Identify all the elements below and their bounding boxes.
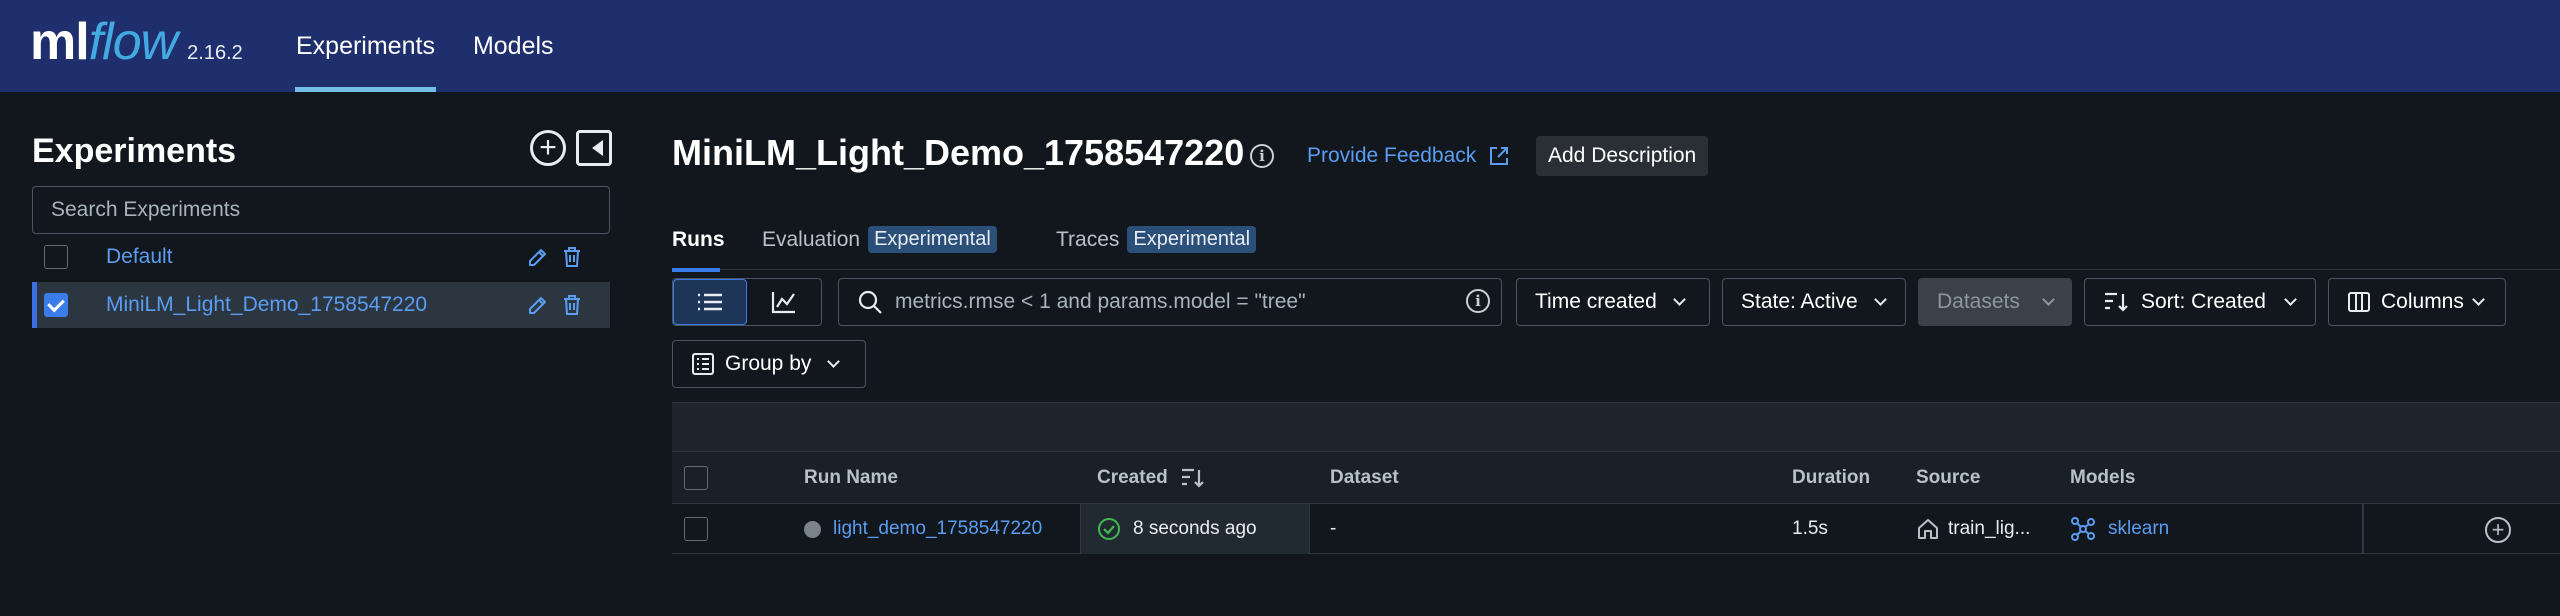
sort-desc-icon bbox=[1181, 468, 1204, 488]
model-icon bbox=[2071, 517, 2095, 541]
duration-cell: 1.5s bbox=[1792, 518, 1828, 539]
tab-evaluation[interactable]: Evaluation Experimental bbox=[762, 226, 997, 270]
experiment-list-item[interactable]: Default bbox=[32, 234, 610, 280]
chevron-down-icon bbox=[2042, 293, 2055, 306]
experimental-badge: Experimental bbox=[1127, 226, 1257, 253]
column-header-created-label: Created bbox=[1097, 467, 1168, 488]
chart-view-button[interactable] bbox=[747, 279, 821, 325]
run-name-link[interactable]: light_demo_1758547220 bbox=[833, 518, 1042, 540]
collapse-sidebar-icon[interactable] bbox=[576, 130, 612, 166]
pencil-icon[interactable] bbox=[526, 245, 550, 269]
tab-runs-label: Runs bbox=[672, 228, 725, 251]
pencil-icon[interactable] bbox=[526, 293, 550, 317]
search-info-icon[interactable]: i bbox=[1466, 289, 1490, 313]
top-nav: Experiments Models bbox=[295, 0, 591, 92]
version-label: 2.16.2 bbox=[187, 42, 243, 64]
experiment-checkbox[interactable] bbox=[44, 293, 68, 317]
list-view-button[interactable] bbox=[673, 279, 748, 325]
experimental-badge: Experimental bbox=[868, 226, 997, 253]
chart-icon bbox=[771, 292, 796, 314]
top-navigation-bar: ml flow 2.16.2 Experiments Models bbox=[0, 0, 2560, 92]
datasets-label: Datasets bbox=[1937, 290, 2020, 313]
chevron-down-icon bbox=[2472, 293, 2485, 306]
columns-icon bbox=[2348, 292, 2370, 312]
run-color-dot[interactable] bbox=[804, 520, 821, 538]
add-description-button[interactable]: Add Description bbox=[1536, 136, 1709, 176]
column-header-run-name[interactable]: Run Name bbox=[804, 452, 898, 504]
view-mode-toggle bbox=[672, 278, 822, 326]
table-row[interactable]: light_demo_1758547220 8 seconds ago - 1.… bbox=[672, 504, 2560, 554]
run-name-cell: light_demo_1758547220 bbox=[804, 504, 1042, 554]
experiment-name[interactable]: MiniLM_Light_Demo_1758547220 bbox=[106, 293, 427, 317]
select-all-checkbox[interactable] bbox=[684, 466, 708, 490]
chevron-down-icon bbox=[1873, 293, 1887, 306]
mlflow-logo[interactable]: ml flow 2.16.2 bbox=[30, 12, 243, 72]
sort-icon bbox=[2105, 292, 2128, 312]
column-header-dataset[interactable]: Dataset bbox=[1330, 452, 1399, 504]
trash-icon[interactable] bbox=[562, 246, 582, 268]
chevron-down-icon bbox=[1672, 293, 1686, 306]
info-icon[interactable]: i bbox=[1250, 144, 1274, 168]
created-cell: 8 seconds ago bbox=[1080, 504, 1310, 554]
state-filter-dropdown[interactable]: State: Active bbox=[1722, 278, 1906, 326]
nav-models[interactable]: Models bbox=[472, 0, 555, 92]
experiment-tabs: Runs Evaluation Experimental Traces Expe… bbox=[672, 226, 2560, 272]
column-header-models[interactable]: Models bbox=[2070, 452, 2135, 504]
tab-evaluation-label: Evaluation bbox=[762, 228, 861, 251]
row-checkbox[interactable] bbox=[684, 517, 708, 541]
sidebar-title: Experiments bbox=[32, 132, 237, 170]
home-icon bbox=[1918, 519, 1938, 539]
table-group-header bbox=[672, 402, 2560, 452]
source-cell[interactable]: train_lig... bbox=[1916, 504, 2030, 554]
columns-dropdown[interactable]: Columns bbox=[2328, 278, 2506, 326]
column-divider bbox=[2362, 504, 2364, 554]
group-by-dropdown[interactable]: Group by bbox=[672, 340, 866, 388]
provide-feedback-link[interactable]: Provide Feedback bbox=[1307, 144, 1510, 168]
time-created-dropdown[interactable]: Time created bbox=[1516, 278, 1710, 326]
column-header-duration[interactable]: Duration bbox=[1792, 452, 1870, 504]
column-header-created[interactable]: Created bbox=[1097, 452, 1204, 504]
source-value: train_lig... bbox=[1948, 518, 2031, 539]
time-created-label: Time created bbox=[1535, 290, 1657, 313]
table-header-row: Run Name Created Dataset Duration Source… bbox=[672, 452, 2560, 504]
columns-label: Columns bbox=[2381, 290, 2464, 313]
tab-runs[interactable]: Runs bbox=[672, 228, 725, 272]
logo-flow-text: flow bbox=[88, 13, 178, 71]
models-cell[interactable]: sklearn bbox=[2070, 504, 2169, 554]
experiment-list-item-selected[interactable]: MiniLM_Light_Demo_1758547220 bbox=[32, 282, 610, 328]
feedback-label: Provide Feedback bbox=[1307, 144, 1477, 167]
state-label: State: Active bbox=[1741, 290, 1858, 313]
logo-ml-text: ml bbox=[30, 13, 90, 71]
chevron-down-icon bbox=[827, 355, 841, 368]
datasets-dropdown[interactable]: Datasets bbox=[1918, 278, 2072, 326]
sort-label: Sort: Created bbox=[2141, 290, 2266, 313]
group-by-icon bbox=[692, 353, 714, 375]
experiment-checkbox[interactable] bbox=[44, 245, 68, 269]
sort-dropdown[interactable]: Sort: Created bbox=[2084, 278, 2316, 326]
check-circle-icon bbox=[1098, 518, 1120, 540]
tab-traces-label: Traces bbox=[1056, 228, 1120, 251]
external-link-icon bbox=[1490, 147, 1509, 165]
plus-circle-icon[interactable]: + bbox=[530, 130, 566, 166]
created-value: 8 seconds ago bbox=[1133, 518, 1257, 539]
add-column-icon[interactable]: + bbox=[2485, 517, 2511, 543]
search-experiments-input[interactable] bbox=[32, 186, 610, 234]
model-link[interactable]: sklearn bbox=[2108, 518, 2169, 540]
search-icon bbox=[858, 290, 882, 314]
column-header-source[interactable]: Source bbox=[1916, 452, 1980, 504]
trash-icon[interactable] bbox=[562, 294, 582, 316]
runs-search-box: i bbox=[838, 278, 1502, 326]
tab-traces[interactable]: Traces Experimental bbox=[1056, 226, 1257, 270]
experiment-name[interactable]: Default bbox=[106, 245, 173, 269]
runs-search-input[interactable] bbox=[895, 290, 1455, 314]
nav-experiments[interactable]: Experiments bbox=[295, 0, 436, 92]
dataset-cell: - bbox=[1330, 518, 1337, 539]
group-by-label: Group by bbox=[725, 352, 812, 375]
chevron-down-icon bbox=[2284, 293, 2297, 306]
page-title: MiniLM_Light_Demo_1758547220 bbox=[672, 132, 1245, 173]
list-icon bbox=[698, 293, 723, 311]
